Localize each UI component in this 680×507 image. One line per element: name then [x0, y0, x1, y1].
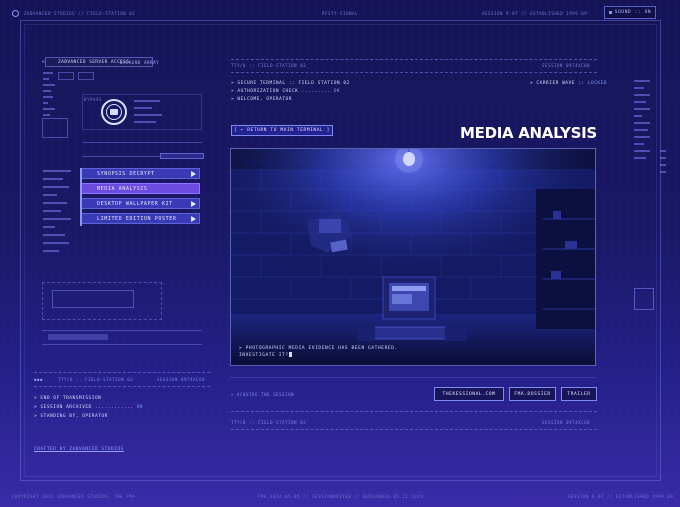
nav-desktop-wallpaper-kit[interactable]: DESKTOP WALLPAPER KIT	[80, 198, 200, 209]
link-fma-dossier[interactable]: FMA.DOSSIER	[509, 387, 556, 401]
transmission-line: > SESSION ARCHIVED ............ OK	[34, 405, 144, 410]
progress-bar	[160, 153, 204, 159]
main-footer-left: TTY/0 :: FIELD-STATION 02	[231, 420, 307, 425]
nav-limited-edition-poster[interactable]: LIMITED EDITION POSTER	[80, 213, 200, 224]
footer-build: FMA.1024.05.05 // SESSIONREVIEW // BUILD…	[258, 494, 424, 499]
studio-logo-icon	[12, 10, 19, 17]
link-thekessional[interactable]: THEKESSIONAL.COM	[434, 387, 504, 401]
left-glyph-column	[43, 72, 55, 116]
sound-toggle-label: SOUND :: ON	[614, 10, 652, 15]
nav-label: MEDIA ANALYSIS	[97, 185, 148, 192]
chevron-right-icon	[191, 200, 196, 207]
top-bar-right-text: SESSION R-07 // ESTABLISHED 1999.09	[482, 11, 588, 16]
top-bar-center-text: RFSTY-SIGNAL	[322, 11, 359, 16]
sound-toggle-button[interactable]: SOUND :: ON	[604, 6, 656, 19]
chevron-right-icon	[191, 170, 196, 177]
crafted-by-link[interactable]: CRAFTED BY ZABVANCED STUDIOS	[34, 447, 124, 452]
top-bar-left-text: ZABVANCED STUDIOS // FIELD-STATION 02	[24, 11, 136, 16]
right-glyph-column	[634, 80, 650, 159]
left-text-glyphs	[43, 170, 73, 252]
link-trailer[interactable]: TRAILER	[561, 387, 597, 401]
footer-session: SESSION R-07 // ESTABLISHED 1999.09	[568, 494, 674, 499]
media-evidence-photo[interactable]: > PHOTOGRAPHIC MEDIA EVIDENCE HAS BEEN G…	[230, 148, 596, 366]
status-badge: OK	[136, 405, 144, 410]
photo-caption: > PHOTOGRAPHIC MEDIA EVIDENCE HAS BEEN G…	[239, 346, 398, 358]
terminal-line: > WELCOME, OPERATOR	[231, 97, 292, 102]
text-cursor	[288, 352, 292, 357]
chevron-right-icon	[191, 215, 196, 222]
carrier-wave-line: > CARRIER WAVE :: LOCKED	[530, 81, 608, 86]
main-head-right: SESSION 0974XC60	[542, 63, 591, 68]
nav-label: SYNOPSIS DECRYPT	[97, 170, 155, 177]
transmission-line: > STANDING BY, OPERATOR	[34, 414, 108, 419]
transmission-line: > END OF TRANSMISSION	[34, 396, 102, 401]
status-badge: OK	[333, 89, 341, 94]
server-access-title: ZABVANCED SERVER ACCESS	[58, 59, 130, 65]
terminal-line: > SECURE TERMINAL :: FIELD STATION 02	[231, 81, 350, 86]
nav-label: LIMITED EDITION POSTER	[97, 215, 177, 222]
server-access-tag: BACKEND ARRAY	[120, 60, 160, 65]
sound-icon	[608, 11, 612, 14]
nav-label: DESKTOP WALLPAPER KIT	[97, 200, 173, 207]
bypass-label: BYPASS	[84, 97, 103, 102]
footer-copyright: COPYRIGHT 2024 ZABVANCED STUDIOS. THE FM…	[12, 494, 136, 499]
page-title: MEDIA ANALYSIS	[460, 124, 597, 142]
return-to-main-terminal-button[interactable]: [ ← RETURN TO MAIN TERMINAL ]	[231, 125, 333, 136]
terminal-line: > AUTHORIZATION CHECK ......... OK	[231, 89, 341, 94]
nav-media-analysis[interactable]: MEDIA ANALYSIS	[80, 183, 200, 194]
nav-synopsis-decrypt[interactable]: SYNOPSIS DECRYPT	[80, 168, 200, 179]
bottom-left-head-left: TTY/0 :: FIELD-STATION 02	[58, 377, 134, 382]
main-footer-right: SESSION 0974XC60	[542, 420, 591, 425]
main-head-left: TTY/0 :: FIELD-STATION 02	[231, 63, 307, 68]
basement-scene-image	[231, 149, 595, 365]
bottom-left-head-right: SESSION 0974XC60	[157, 377, 206, 382]
status-badge: LOCKED	[587, 81, 608, 86]
acquire-session-text: > ACQUIRE THE SESSION	[231, 392, 295, 397]
